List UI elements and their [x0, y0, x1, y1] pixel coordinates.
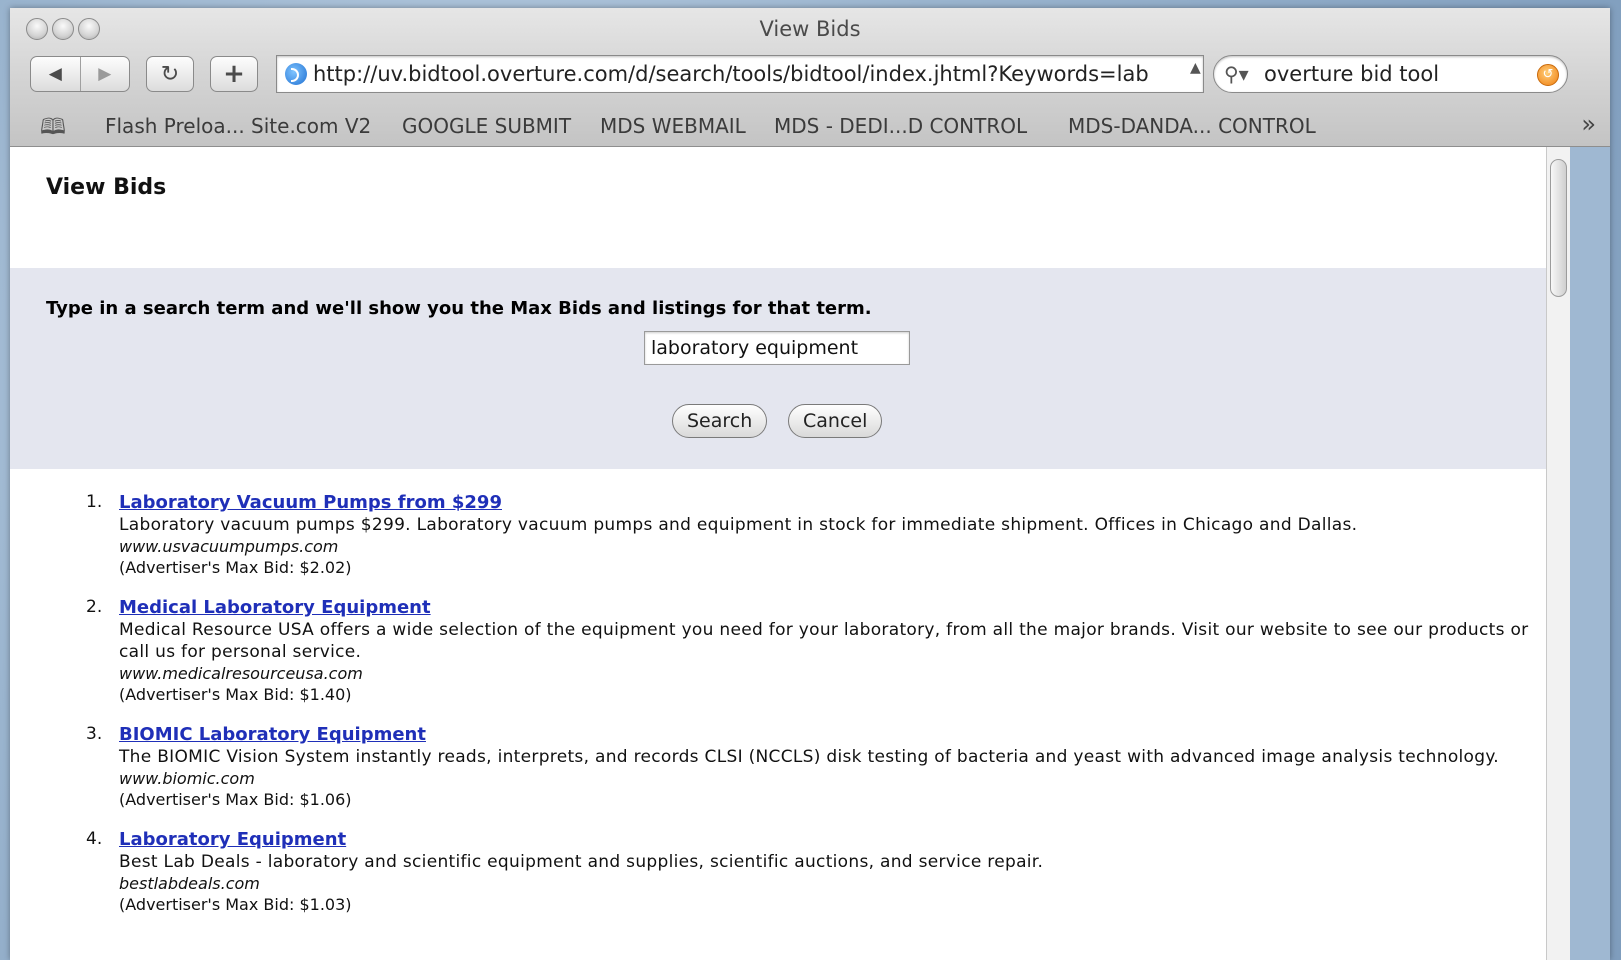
browser-window: View Bids ◀ ▶ ↻ + http://uv.bidtool.over… — [10, 8, 1610, 960]
forward-arrow-icon[interactable]: ▶ — [79, 57, 130, 91]
result-item: 2. Medical Laboratory Equipment Medical … — [86, 597, 1542, 705]
search-icon[interactable]: ⚲▾ — [1224, 62, 1249, 86]
scrollbar-thumb[interactable] — [1550, 159, 1567, 297]
search-term-input[interactable] — [644, 331, 910, 365]
snapback-icon[interactable]: ↺ — [1537, 64, 1559, 86]
result-item: 4. Laboratory Equipment Best Lab Deals -… — [86, 829, 1542, 915]
result-max-bid: (Advertiser's Max Bid: $1.03) — [119, 895, 352, 914]
address-text[interactable]: http://uv.bidtool.overture.com/d/search/… — [313, 62, 1189, 86]
plus-icon: + — [223, 59, 245, 89]
url-dropdown-caret-icon[interactable]: ▲ — [1190, 60, 1201, 76]
result-url: www.medicalresourceusa.com — [119, 664, 363, 683]
address-bar[interactable]: http://uv.bidtool.overture.com/d/search/… — [276, 55, 1204, 93]
bookmarks-book-icon[interactable]: 🕮 — [40, 110, 66, 148]
search-button[interactable]: Search — [672, 404, 768, 438]
more-bookmarks-chevron-icon[interactable]: » — [1581, 110, 1596, 138]
window-title: View Bids — [759, 17, 861, 41]
title-bar: View Bids — [10, 8, 1610, 48]
result-description: The BIOMIC Vision System instantly reads… — [119, 747, 1499, 767]
result-item: 1. Laboratory Vacuum Pumps from $299 Lab… — [86, 492, 1542, 578]
add-bookmark-button[interactable]: + — [210, 56, 258, 92]
desktop-edge — [1570, 147, 1610, 960]
result-url: www.biomic.com — [119, 769, 255, 788]
window-chrome: View Bids ◀ ▶ ↻ + http://uv.bidtool.over… — [10, 8, 1610, 147]
result-max-bid: (Advertiser's Max Bid: $1.06) — [119, 790, 352, 809]
page-content: View Bids Type in a search term and we'l… — [10, 147, 1546, 960]
result-title-link[interactable]: BIOMIC Laboratory Equipment — [119, 724, 1542, 746]
result-number: 3. — [86, 724, 103, 744]
web-search-field[interactable]: ⚲▾ overture bid tool ↺ — [1213, 55, 1568, 93]
back-arrow-icon[interactable]: ◀ — [31, 57, 80, 91]
search-panel: Type in a search term and we'll show you… — [10, 268, 1546, 469]
result-title-link[interactable]: Laboratory Vacuum Pumps from $299 — [119, 492, 1542, 514]
result-url: www.usvacuumpumps.com — [119, 537, 339, 556]
result-description: Laboratory vacuum pumps $299. Laboratory… — [119, 515, 1358, 535]
toolbar: ◀ ▶ ↻ + http://uv.bidtool.overture.com/d… — [10, 52, 1610, 100]
bookmark-item[interactable]: GOOGLE SUBMIT — [402, 114, 571, 138]
result-number: 2. — [86, 597, 103, 617]
result-title-link[interactable]: Medical Laboratory Equipment — [119, 597, 1542, 619]
result-item: 3. BIOMIC Laboratory Equipment The BIOMI… — [86, 724, 1542, 810]
bookmark-item[interactable]: MDS - DEDI...D CONTROL — [774, 114, 1027, 138]
bookmarks-bar: 🕮 Flash Preloa... Site.com V2 GOOGLE SUB… — [10, 104, 1610, 146]
result-title-link[interactable]: Laboratory Equipment — [119, 829, 1542, 851]
search-prompt: Type in a search term and we'll show you… — [46, 298, 872, 319]
bookmark-item[interactable]: MDS WEBMAIL — [600, 114, 746, 138]
result-description: Best Lab Deals - laboratory and scientif… — [119, 852, 1044, 872]
reload-icon: ↻ — [160, 61, 180, 87]
cancel-button[interactable]: Cancel — [788, 404, 883, 438]
page-title: View Bids — [46, 175, 167, 200]
result-description: Medical Resource USA offers a wide selec… — [119, 620, 1529, 662]
back-forward-group: ◀ ▶ — [30, 56, 130, 92]
results-list: 1. Laboratory Vacuum Pumps from $299 Lab… — [86, 492, 1542, 934]
result-url: bestlabdeals.com — [119, 874, 260, 893]
result-number: 1. — [86, 492, 103, 512]
site-favicon-icon — [285, 63, 307, 85]
reload-button[interactable]: ↻ — [146, 56, 194, 92]
web-search-text[interactable]: overture bid tool — [1264, 62, 1439, 86]
result-max-bid: (Advertiser's Max Bid: $2.02) — [119, 558, 352, 577]
result-number: 4. — [86, 829, 103, 849]
bookmark-item[interactable]: Flash Preloa... Site.com V2 — [105, 114, 371, 138]
result-max-bid: (Advertiser's Max Bid: $1.40) — [119, 685, 352, 704]
bookmark-item[interactable]: MDS-DANDA... CONTROL — [1068, 114, 1316, 138]
vertical-scrollbar[interactable] — [1546, 147, 1571, 960]
